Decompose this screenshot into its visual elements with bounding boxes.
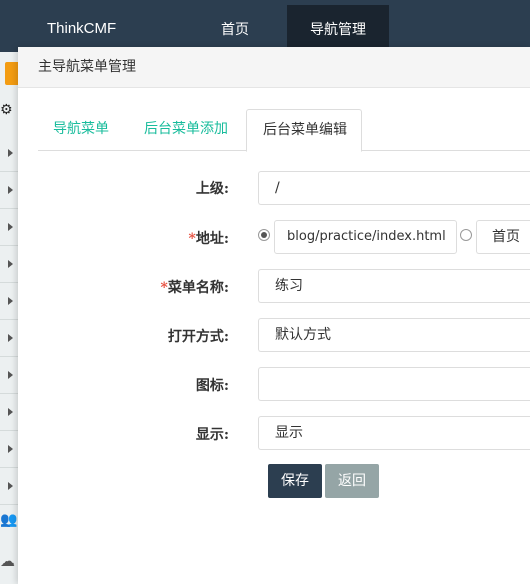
cloud-icon[interactable]: ☁: [0, 552, 15, 570]
back-button[interactable]: 返回: [325, 464, 379, 498]
sidebar-item[interactable]: [0, 394, 18, 431]
caret-right-icon: [8, 223, 13, 231]
gears-icon[interactable]: ⚙: [0, 102, 13, 118]
required-mark: *: [160, 280, 168, 296]
caret-right-icon: [8, 186, 13, 194]
open-method-select[interactable]: 默认方式: [258, 318, 530, 352]
content-panel: 主导航菜单管理 导航菜单 后台菜单添加 后台菜单编辑 上级: / *地址: bl…: [18, 47, 530, 584]
sidebar-item[interactable]: [0, 135, 18, 172]
sidebar-item[interactable]: [0, 246, 18, 283]
display-select[interactable]: 显示: [258, 416, 530, 450]
icon-label: 图标:: [195, 378, 229, 394]
sidebar-item[interactable]: [0, 357, 18, 394]
tab-add-admin-menu[interactable]: 后台菜单添加: [144, 109, 228, 151]
caret-right-icon: [8, 482, 13, 490]
tab-bar: 导航菜单 后台菜单添加 后台菜单编辑: [38, 109, 530, 152]
display-label: 显示:: [195, 427, 229, 443]
panel-title: 主导航菜单管理: [18, 47, 530, 88]
top-navbar: ThinkCMF 首页 导航管理: [0, 0, 530, 52]
sidebar-item[interactable]: [0, 468, 18, 505]
address-page-select[interactable]: 首页: [476, 220, 530, 254]
open-method-label: 打开方式:: [167, 329, 229, 345]
address-label: *地址:: [18, 228, 230, 248]
parent-label: 上级:: [195, 181, 229, 197]
sidebar-item[interactable]: [0, 320, 18, 357]
nav-navigation-management[interactable]: 导航管理: [287, 5, 389, 52]
nav-home[interactable]: 首页: [200, 5, 270, 52]
sidebar-item[interactable]: [0, 172, 18, 209]
required-mark: *: [188, 231, 196, 247]
sidebar: ⚙ 👥 ☁: [0, 52, 18, 584]
caret-right-icon: [8, 334, 13, 342]
menu-name-input[interactable]: 练习: [258, 269, 530, 303]
caret-right-icon: [8, 149, 13, 157]
parent-select[interactable]: /: [258, 171, 530, 205]
save-button[interactable]: 保存: [268, 464, 322, 498]
tab-nav-menu[interactable]: 导航菜单: [53, 109, 109, 151]
caret-right-icon: [8, 297, 13, 305]
icon-input[interactable]: [258, 367, 530, 401]
address-label-text: 地址:: [195, 231, 229, 247]
caret-right-icon: [8, 371, 13, 379]
address-url-radio[interactable]: [258, 229, 270, 241]
sidebar-item[interactable]: [0, 283, 18, 320]
caret-right-icon: [8, 445, 13, 453]
caret-right-icon: [8, 260, 13, 268]
address-url-input[interactable]: blog/practice/index.html: [274, 220, 457, 254]
users-icon[interactable]: 👥: [0, 512, 17, 528]
sidebar-item[interactable]: [0, 431, 18, 468]
menu-name-label: *菜单名称:: [18, 277, 230, 297]
tab-edit-admin-menu[interactable]: 后台菜单编辑: [246, 109, 362, 152]
address-page-radio[interactable]: [460, 229, 472, 241]
caret-right-icon: [8, 408, 13, 416]
brand-logo[interactable]: ThinkCMF: [47, 20, 116, 37]
sidebar-item[interactable]: [0, 209, 18, 246]
orange-tag-icon[interactable]: [5, 62, 18, 85]
menu-name-label-text: 菜单名称:: [167, 280, 229, 296]
